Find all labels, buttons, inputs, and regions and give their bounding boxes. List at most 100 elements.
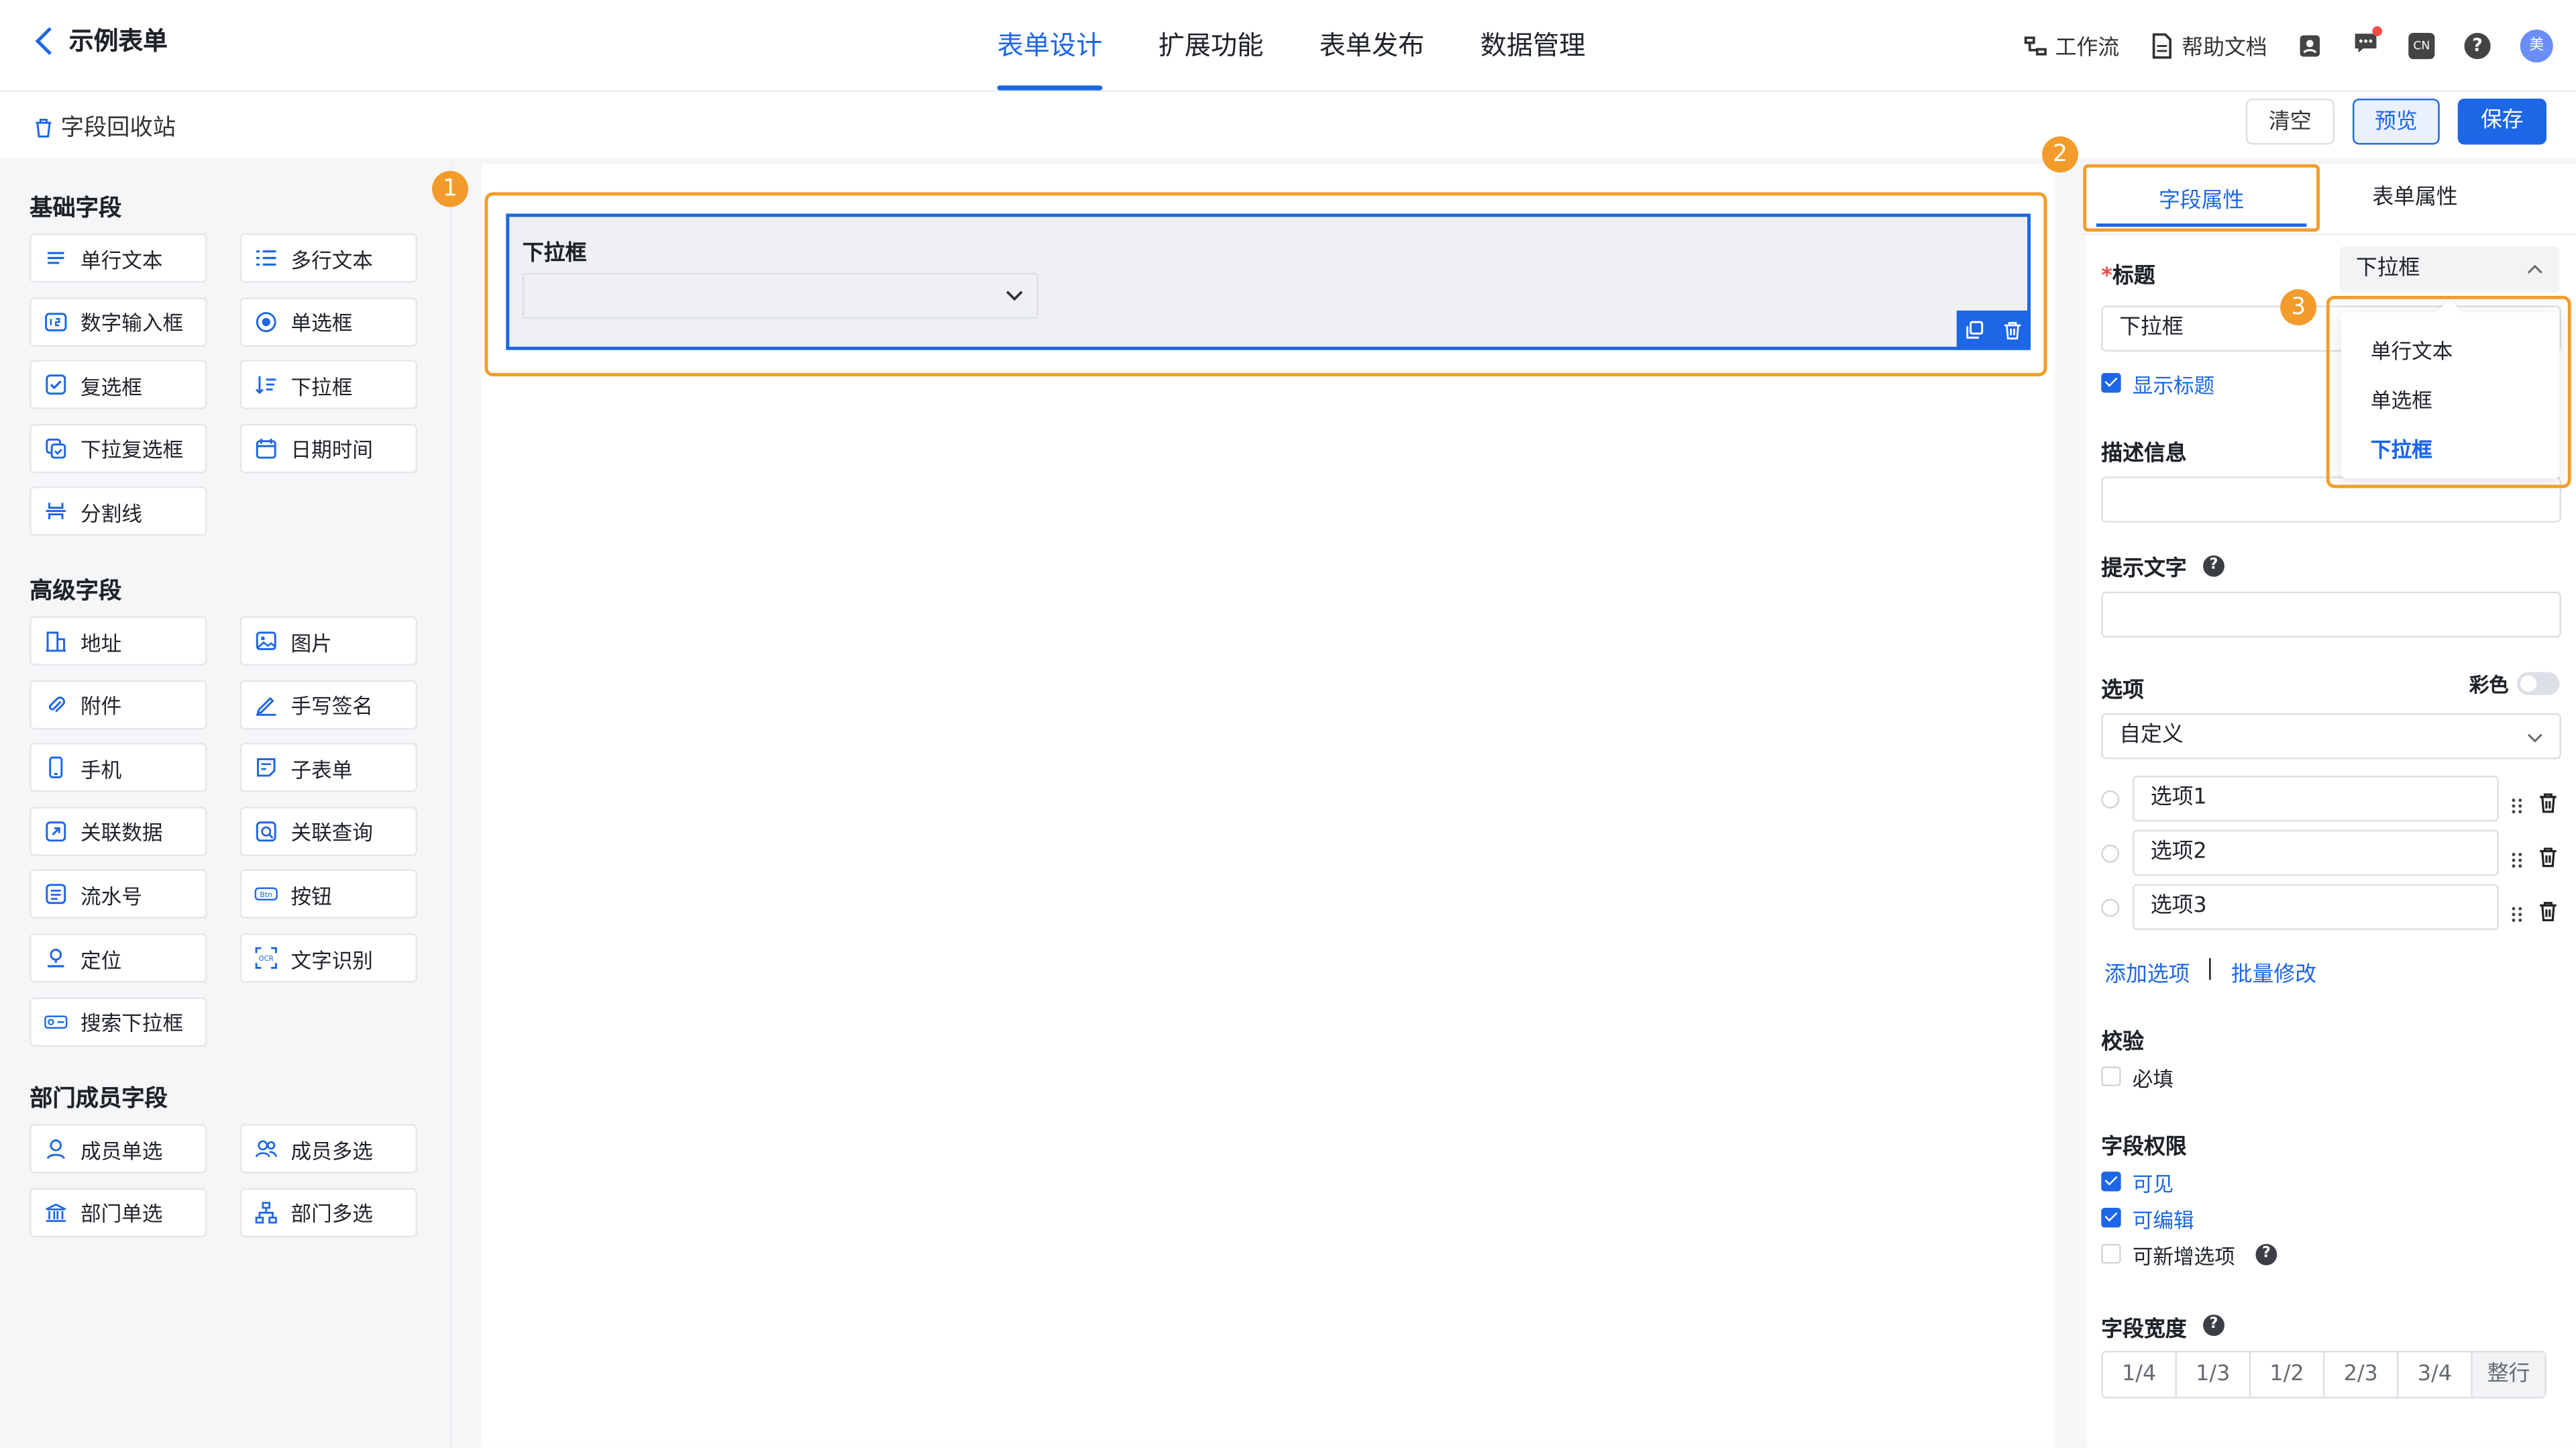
field-type-phone[interactable]: 手机 xyxy=(30,743,207,792)
field-type-signature[interactable]: 手写签名 xyxy=(239,679,418,729)
field-type-divider[interactable]: 分割线 xyxy=(30,486,207,537)
field-label: 下拉框 xyxy=(522,242,587,266)
field-type-calendar[interactable]: 日期时间 xyxy=(239,423,418,473)
address-icon xyxy=(46,631,66,652)
language-button[interactable]: CN xyxy=(2408,32,2435,58)
field-type-member-single[interactable]: 成员单选 xyxy=(30,1124,207,1174)
field-type-label: 数字输入框 xyxy=(80,311,184,335)
dropdown-icon xyxy=(256,376,276,395)
option-radio[interactable] xyxy=(2101,790,2120,809)
required-mark: * xyxy=(2101,264,2112,290)
field-type-label: 附件 xyxy=(80,693,122,719)
recycle-bin-button[interactable]: 字段回收站 xyxy=(33,110,176,143)
field-type-attachment[interactable]: 附件 xyxy=(30,679,207,729)
avatar[interactable]: 美 xyxy=(2520,28,2553,62)
dept-single-icon xyxy=(45,1202,66,1221)
field-type-address[interactable]: 地址 xyxy=(30,616,207,666)
delete-option-icon[interactable] xyxy=(2538,897,2558,929)
field-type-dropdown-checkbox[interactable]: 下拉复选框 xyxy=(30,423,207,473)
tab-form-design[interactable]: 表单设计 xyxy=(969,0,1130,91)
field-type-label: 下拉框 xyxy=(290,374,353,399)
field-type-serial-number[interactable]: 流水号 xyxy=(30,870,207,919)
drag-handle-icon[interactable] xyxy=(2510,790,2524,814)
option-radio[interactable] xyxy=(2101,844,2120,863)
back-button[interactable]: 示例表单 xyxy=(33,23,168,57)
options-source-select[interactable]: 自定义 xyxy=(2101,713,2561,760)
width-option[interactable]: 3/4 xyxy=(2399,1352,2473,1397)
drag-handle-icon[interactable] xyxy=(2510,899,2524,922)
chevron-down-icon xyxy=(1006,291,1023,301)
field-type-number-input[interactable]: 数字输入框 xyxy=(30,297,207,346)
tab-data-management[interactable]: 数据管理 xyxy=(1452,0,1613,91)
tab-extensions[interactable]: 扩展功能 xyxy=(1130,0,1291,91)
dropdown-preview[interactable] xyxy=(522,272,1038,319)
can-add-option-checkbox[interactable] xyxy=(2101,1243,2121,1264)
clear-button[interactable]: 清空 xyxy=(2245,98,2335,145)
add-option-link[interactable]: 添加选项 xyxy=(2104,956,2190,988)
chevron-down-icon xyxy=(2527,733,2542,743)
messages-button[interactable] xyxy=(2353,25,2383,62)
width-option[interactable]: 1/4 xyxy=(2103,1352,2177,1397)
required-checkbox[interactable] xyxy=(2101,1066,2121,1086)
field-type-subform[interactable]: 子表单 xyxy=(239,743,418,792)
option-input[interactable]: 选项1 xyxy=(2132,775,2499,822)
show-title-checkbox[interactable] xyxy=(2101,372,2121,393)
help-docs-link[interactable]: 帮助文档 xyxy=(2149,30,2267,61)
form-title: 示例表单 xyxy=(68,26,168,56)
tab-publish[interactable]: 表单发布 xyxy=(1291,0,1452,91)
field-type-multi-line-text[interactable]: 多行文本 xyxy=(239,233,418,283)
field-type-dept-multi[interactable]: 部门多选 xyxy=(239,1187,418,1237)
field-type-linked-data[interactable]: 关联数据 xyxy=(30,806,207,856)
field-type-dept-single[interactable]: 部门单选 xyxy=(30,1187,207,1237)
field-type-ocr[interactable]: OCR 文字识别 xyxy=(239,933,418,983)
copy-icon[interactable] xyxy=(1966,321,1985,340)
option-input[interactable]: 选项2 xyxy=(2132,829,2499,876)
workflow-link[interactable]: 工作流 xyxy=(2023,30,2119,61)
tab-form-properties[interactable]: 表单属性 xyxy=(2320,164,2510,234)
drag-handle-icon[interactable] xyxy=(2510,845,2524,868)
width-label: 字段宽度 xyxy=(2101,1318,2187,1343)
editable-checkbox[interactable] xyxy=(2101,1208,2121,1228)
field-type-label: 分割线 xyxy=(80,501,142,526)
save-button[interactable]: 保存 xyxy=(2457,98,2546,145)
option-radio[interactable] xyxy=(2101,898,2120,917)
field-type-search-dropdown[interactable]: 搜索下拉框 xyxy=(30,996,207,1047)
contacts-icon[interactable] xyxy=(2297,32,2323,58)
visible-checkbox[interactable] xyxy=(2101,1172,2121,1192)
width-option[interactable]: 1/3 xyxy=(2177,1352,2251,1397)
option-input[interactable]: 选项3 xyxy=(2132,884,2499,931)
field-type-single-line-text[interactable]: 单行文本 xyxy=(30,233,207,283)
field-actions xyxy=(1956,310,2031,350)
field-type-location[interactable]: 定位 xyxy=(30,933,207,983)
checkbox-icon xyxy=(46,374,66,395)
hint-help-icon[interactable]: ? xyxy=(2203,555,2224,577)
add-option-help-icon[interactable]: ? xyxy=(2255,1243,2277,1265)
delete-option-icon[interactable] xyxy=(2538,789,2558,821)
batch-edit-link[interactable]: 批量修改 xyxy=(2231,956,2316,988)
tab-field-properties[interactable]: 字段属性 xyxy=(2083,164,2320,232)
field-type-select[interactable]: 下拉框 xyxy=(2339,246,2560,293)
hint-input[interactable] xyxy=(2101,591,2561,638)
field-type-checkbox[interactable]: 复选框 xyxy=(30,360,207,410)
preview-button[interactable]: 预览 xyxy=(2352,98,2440,145)
field-type-radio[interactable]: 单选框 xyxy=(239,297,418,346)
field-type-label: 按钮 xyxy=(290,884,332,909)
field-type-button[interactable]: Btn 按钮 xyxy=(239,870,418,919)
color-toggle[interactable] xyxy=(2516,672,2560,695)
width-help-icon[interactable]: ? xyxy=(2203,1314,2224,1337)
help-icon[interactable]: ? xyxy=(2464,32,2491,58)
width-option[interactable]: 2/3 xyxy=(2324,1352,2399,1397)
field-type-label: 地址 xyxy=(80,630,122,655)
field-type-linked-query[interactable]: 关联查询 xyxy=(239,806,418,856)
svg-text:OCR: OCR xyxy=(259,955,274,963)
delete-icon[interactable] xyxy=(2002,321,2022,340)
width-option[interactable]: 1/2 xyxy=(2251,1352,2325,1397)
field-type-image[interactable]: 图片 xyxy=(239,616,418,666)
field-type-label: 成员多选 xyxy=(290,1137,373,1163)
delete-option-icon[interactable] xyxy=(2538,843,2558,874)
advanced-fields-title: 高级字段 xyxy=(30,578,122,605)
field-type-member-multi[interactable]: 成员多选 xyxy=(239,1124,418,1174)
field-type-label: 单选框 xyxy=(290,311,353,335)
width-option-full-row[interactable]: 整行 xyxy=(2472,1352,2545,1397)
field-type-dropdown[interactable]: 下拉框 xyxy=(239,360,418,410)
